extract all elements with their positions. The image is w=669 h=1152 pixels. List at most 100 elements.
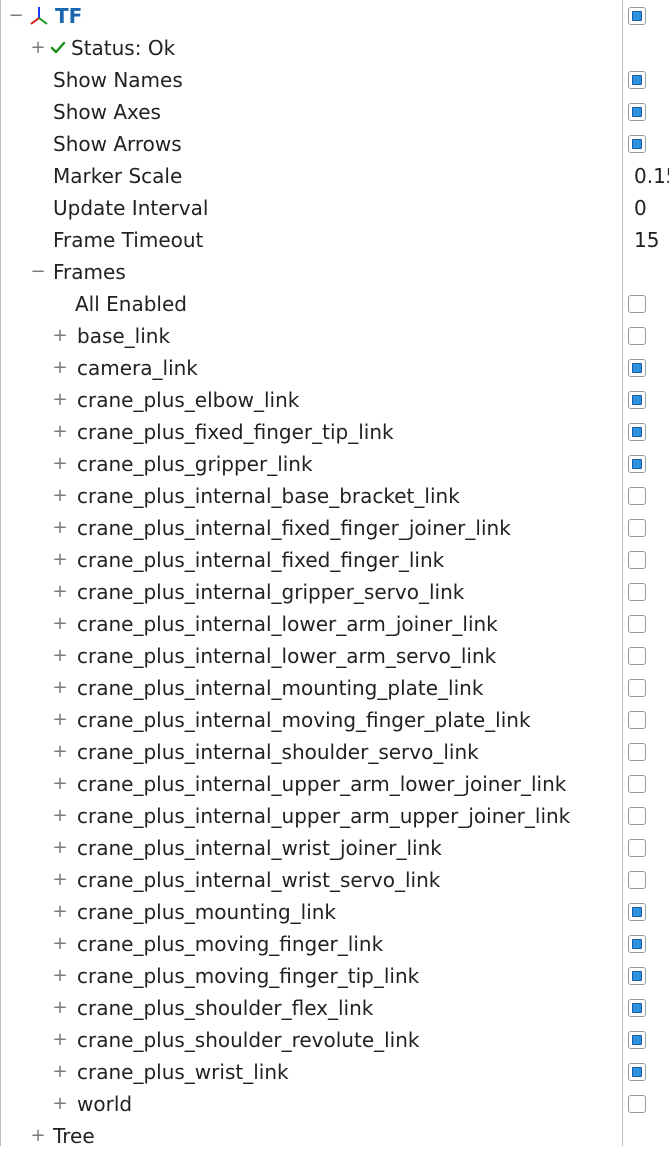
status-expand-toggle[interactable]: + — [29, 39, 47, 57]
frame-checkbox[interactable] — [628, 1095, 646, 1113]
frame-expand-toggle[interactable]: + — [51, 647, 69, 665]
frame-label[interactable]: crane_plus_internal_fixed_finger_link — [77, 548, 444, 572]
frame-label[interactable]: crane_plus_elbow_link — [77, 388, 299, 412]
prop-checkbox[interactable] — [628, 103, 646, 121]
frame-expand-toggle[interactable]: + — [51, 487, 69, 505]
frame-label[interactable]: camera_link — [77, 356, 198, 380]
frame-checkbox[interactable] — [628, 647, 646, 665]
frame-label[interactable]: crane_plus_moving_finger_link — [77, 932, 383, 956]
frame-checkbox[interactable] — [628, 967, 646, 985]
frame-checkbox[interactable] — [628, 935, 646, 953]
row-left: + crane_plus_internal_fixed_finger_link — [1, 544, 622, 576]
frame-checkbox[interactable] — [628, 455, 646, 473]
frames-label[interactable]: Frames — [53, 260, 126, 284]
frame-label[interactable]: crane_plus_internal_upper_arm_upper_join… — [77, 804, 570, 828]
frame-checkbox[interactable] — [628, 679, 646, 697]
frame-label[interactable]: crane_plus_internal_gripper_servo_link — [77, 580, 464, 604]
frame-label[interactable]: crane_plus_internal_moving_finger_plate_… — [77, 708, 531, 732]
frame-checkbox[interactable] — [628, 999, 646, 1017]
tf-collapse-toggle[interactable]: − — [7, 7, 25, 25]
frame-checkbox[interactable] — [628, 327, 646, 345]
frame-expand-toggle[interactable]: + — [51, 455, 69, 473]
frame-expand-toggle[interactable]: + — [51, 1095, 69, 1113]
frame-expand-toggle[interactable]: + — [51, 775, 69, 793]
frame-checkbox[interactable] — [628, 391, 646, 409]
prop-label[interactable]: Show Arrows — [53, 132, 182, 156]
frame-label[interactable]: base_link — [77, 324, 170, 348]
frame-expand-toggle[interactable]: + — [51, 871, 69, 889]
frame-label[interactable]: crane_plus_gripper_link — [77, 452, 313, 476]
frame-checkbox[interactable] — [628, 615, 646, 633]
frame-expand-toggle[interactable]: + — [51, 327, 69, 345]
prop-label[interactable]: Show Axes — [53, 100, 161, 124]
frame-checkbox[interactable] — [628, 839, 646, 857]
frame-expand-toggle[interactable]: + — [51, 1031, 69, 1049]
frame-expand-toggle[interactable]: + — [51, 391, 69, 409]
prop-value[interactable]: 0.15 — [628, 164, 669, 188]
frame-expand-toggle[interactable]: + — [51, 903, 69, 921]
frame-label[interactable]: crane_plus_shoulder_flex_link — [77, 996, 373, 1020]
frame-label[interactable]: crane_plus_internal_upper_arm_lower_join… — [77, 772, 566, 796]
tree-label[interactable]: Tree — [53, 1124, 95, 1148]
frame-label[interactable]: crane_plus_internal_mounting_plate_link — [77, 676, 483, 700]
frame-label[interactable]: crane_plus_fixed_finger_tip_link — [77, 420, 394, 444]
frame-label[interactable]: crane_plus_internal_lower_arm_joiner_lin… — [77, 612, 498, 636]
frame-expand-toggle[interactable]: + — [51, 967, 69, 985]
frame-expand-toggle[interactable]: + — [51, 711, 69, 729]
frame-expand-toggle[interactable]: + — [51, 615, 69, 633]
frame-label[interactable]: crane_plus_wrist_link — [77, 1060, 289, 1084]
frame-checkbox[interactable] — [628, 519, 646, 537]
frame-expand-toggle[interactable]: + — [51, 839, 69, 857]
frame-label[interactable]: world — [77, 1092, 132, 1116]
frame-checkbox[interactable] — [628, 551, 646, 569]
prop-checkbox[interactable] — [628, 71, 646, 89]
status-label[interactable]: Status: Ok — [71, 36, 175, 60]
prop-label[interactable]: Update Interval — [53, 196, 208, 220]
tf-enable-checkbox[interactable] — [628, 7, 646, 25]
frame-expand-toggle[interactable]: + — [51, 1063, 69, 1081]
frame-label[interactable]: crane_plus_moving_finger_tip_link — [77, 964, 419, 988]
frame-checkbox[interactable] — [628, 743, 646, 761]
frame-checkbox[interactable] — [628, 711, 646, 729]
frame-checkbox[interactable] — [628, 583, 646, 601]
frames-collapse-toggle[interactable]: − — [29, 263, 47, 281]
row-right — [622, 800, 669, 832]
frame-expand-toggle[interactable]: + — [51, 583, 69, 601]
frame-label[interactable]: crane_plus_internal_wrist_joiner_link — [77, 836, 442, 860]
prop-value[interactable]: 15 — [628, 228, 659, 252]
tf-title[interactable]: TF — [55, 4, 82, 28]
frame-label[interactable]: crane_plus_internal_fixed_finger_joiner_… — [77, 516, 511, 540]
frame-label[interactable]: crane_plus_internal_shoulder_servo_link — [77, 740, 479, 764]
frame-checkbox[interactable] — [628, 775, 646, 793]
frame-checkbox[interactable] — [628, 903, 646, 921]
frame-checkbox[interactable] — [628, 359, 646, 377]
prop-checkbox[interactable] — [628, 135, 646, 153]
frame-label[interactable]: crane_plus_internal_wrist_servo_link — [77, 868, 440, 892]
frame-expand-toggle[interactable]: + — [51, 519, 69, 537]
frame-expand-toggle[interactable]: + — [51, 743, 69, 761]
frame-checkbox[interactable] — [628, 871, 646, 889]
frame-checkbox[interactable] — [628, 1031, 646, 1049]
all-enabled-checkbox[interactable] — [628, 295, 646, 313]
frame-expand-toggle[interactable]: + — [51, 935, 69, 953]
prop-label[interactable]: Marker Scale — [53, 164, 182, 188]
frame-checkbox[interactable] — [628, 487, 646, 505]
frame-expand-toggle[interactable]: + — [51, 807, 69, 825]
frame-label[interactable]: crane_plus_mounting_link — [77, 900, 336, 924]
frame-label[interactable]: crane_plus_shoulder_revolute_link — [77, 1028, 420, 1052]
frame-expand-toggle[interactable]: + — [51, 359, 69, 377]
frame-expand-toggle[interactable]: + — [51, 423, 69, 441]
prop-value[interactable]: 0 — [628, 196, 647, 220]
frame-expand-toggle[interactable]: + — [51, 999, 69, 1017]
frame-label[interactable]: crane_plus_internal_base_bracket_link — [77, 484, 460, 508]
frame-checkbox[interactable] — [628, 807, 646, 825]
frame-label[interactable]: crane_plus_internal_lower_arm_servo_link — [77, 644, 496, 668]
prop-label[interactable]: Frame Timeout — [53, 228, 203, 252]
frame-checkbox[interactable] — [628, 423, 646, 441]
frame-checkbox[interactable] — [628, 1063, 646, 1081]
frame-expand-toggle[interactable]: + — [51, 551, 69, 569]
all-enabled-label[interactable]: All Enabled — [75, 292, 187, 316]
frame-expand-toggle[interactable]: + — [51, 679, 69, 697]
tree-expand-toggle[interactable]: + — [29, 1127, 47, 1145]
prop-label[interactable]: Show Names — [53, 68, 183, 92]
